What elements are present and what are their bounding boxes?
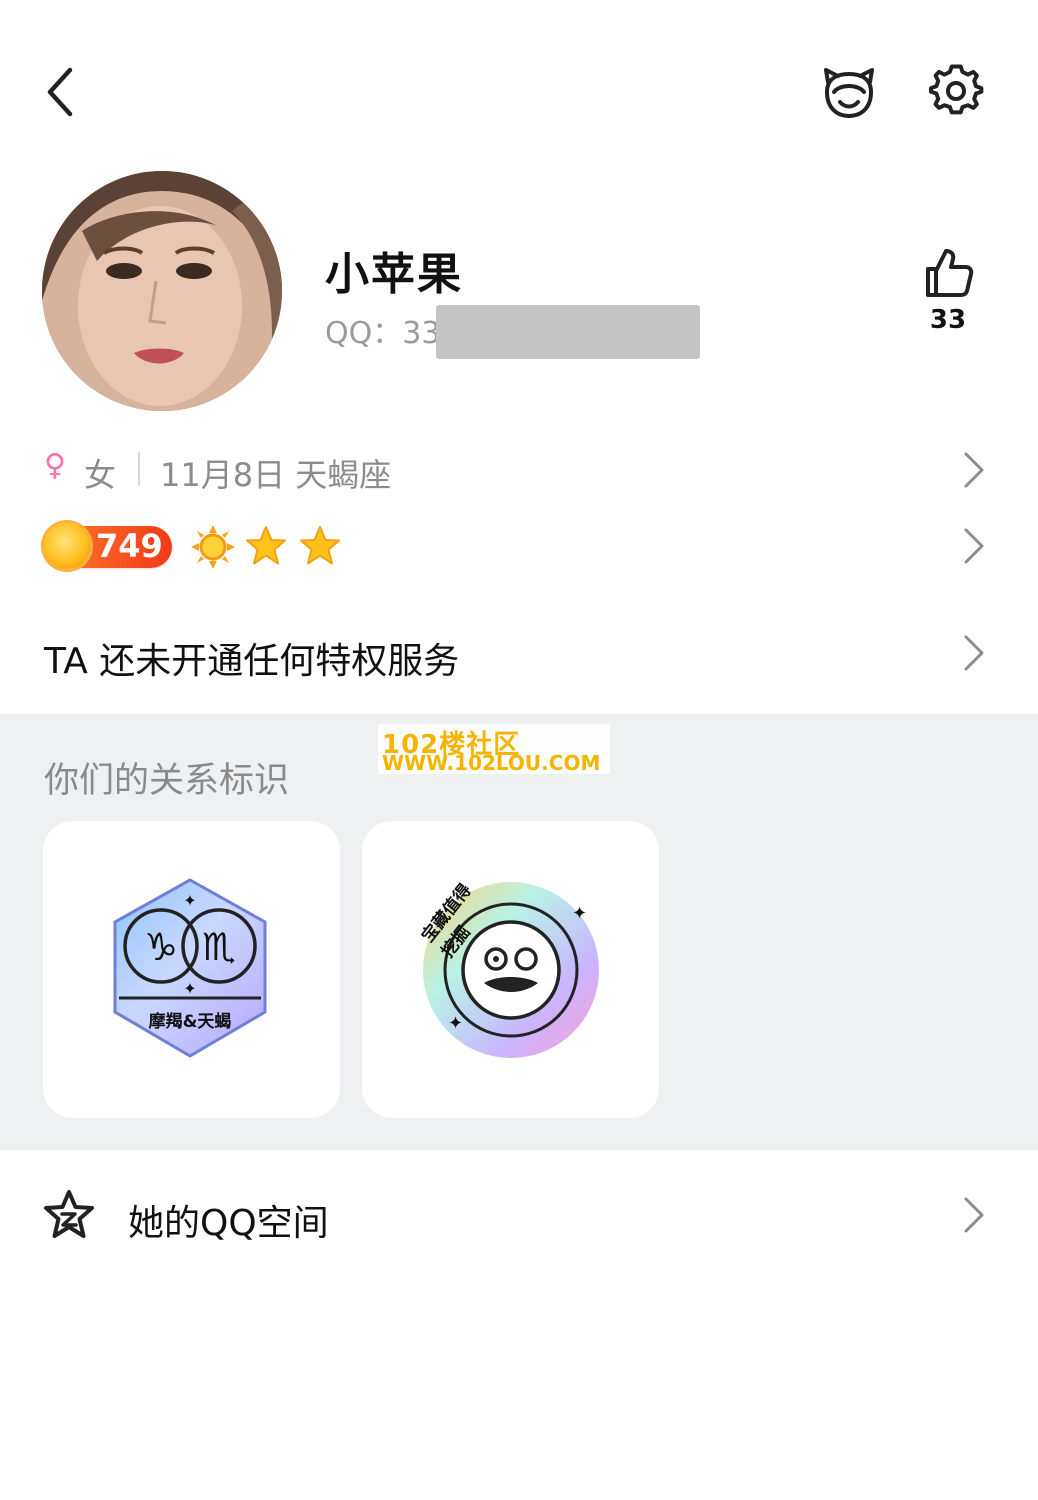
star-icon [300,526,340,565]
star-outline-icon [44,1190,94,1238]
chevron-left-icon [47,67,73,117]
qzone-label: 她的QQ空间 [128,1203,329,1244]
info-divider [138,452,140,486]
chevron-right-icon[interactable] [962,1195,986,1235]
zodiac-badge-label: 摩羯&天蝎 [148,1012,232,1032]
coin-icon [44,523,90,569]
avatar-face-image [42,171,282,411]
thumb-up-icon [926,249,974,297]
level-score: 749 [96,527,163,565]
svg-text:✦: ✦ [448,1013,463,1034]
watermark-line2: WWW.102LOU.COM [382,751,601,775]
qq-number: QQ：33 [325,316,441,351]
chevron-right-icon[interactable] [962,633,986,673]
birthday-zodiac: 11月8日 天蝎座 [160,456,392,494]
chevron-right-icon[interactable] [962,526,986,566]
zodiac-badge-icon: ♑ ♏ ✦ ✦ [113,878,267,1058]
svg-text:✦: ✦ [183,891,196,910]
zodiac-badge-card[interactable]: ♑ ♏ ✦ ✦ 摩羯&天蝎 [43,821,340,1118]
relationship-title: 你们的关系标识 [44,761,290,801]
star-icon [246,526,286,565]
settings-button[interactable] [928,64,984,120]
basic-info-row[interactable] [0,440,1038,500]
svg-text:✦: ✦ [183,979,196,998]
like-button[interactable] [920,245,976,301]
pet-face-icon [824,68,874,119]
chevron-right-icon[interactable] [962,450,986,490]
treasure-badge-card[interactable]: ✦ ✦ 宝藏值得挖掘 [362,821,659,1118]
avatar[interactable] [42,171,282,411]
gear-icon [929,64,984,115]
female-icon: ♀ [44,448,66,483]
gender-text: 女 [84,456,117,494]
sun-icon [191,525,235,569]
privilege-text: TA 还未开通任何特权服务 [44,641,460,682]
back-button[interactable] [40,64,88,120]
pet-button[interactable] [818,62,880,124]
profile-name: 小苹果 [325,249,463,300]
like-count: 33 [929,305,967,335]
svg-text:✦: ✦ [572,903,587,924]
redaction-block [436,305,700,359]
svg-text:♏: ♏ [202,925,236,969]
svg-text:♑: ♑ [144,925,178,969]
